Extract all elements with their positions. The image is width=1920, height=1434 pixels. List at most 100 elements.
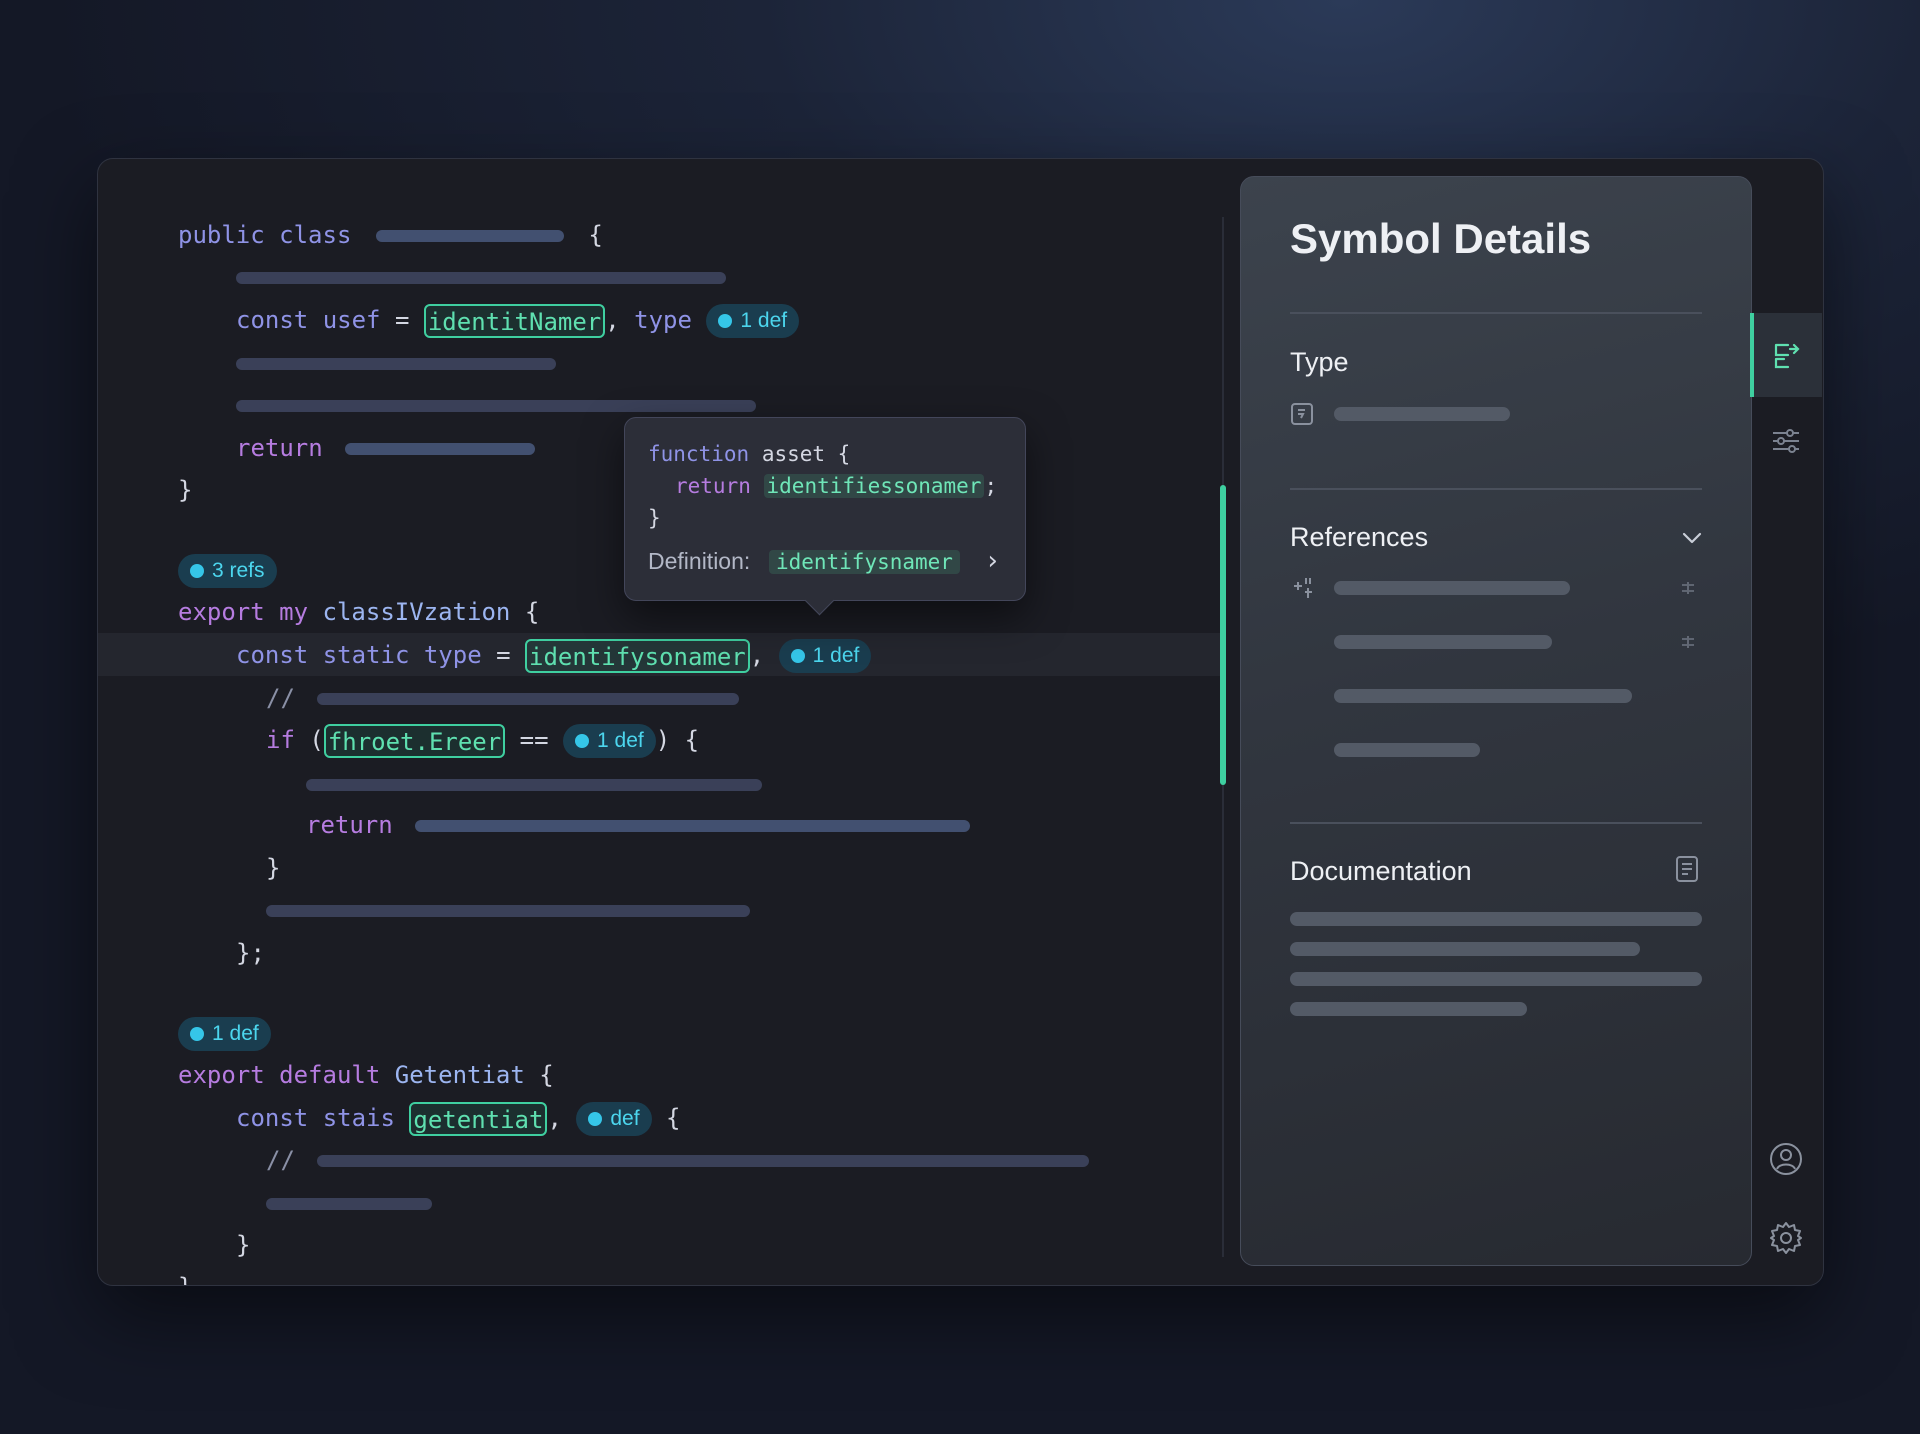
references-section-heading[interactable]: References <box>1290 522 1428 553</box>
tooltip-line-2: return identifiessonamer; <box>675 470 997 502</box>
code-placeholder <box>236 358 556 370</box>
keyword-type: type <box>634 306 692 334</box>
refs-badge[interactable]: 3 refs <box>178 554 277 588</box>
code-line-placeholder <box>266 890 750 930</box>
paren-brace: ) { <box>655 726 700 754</box>
keyword-const: const <box>236 641 309 669</box>
keyword-return: return <box>675 474 751 498</box>
symbol-highlight[interactable]: identifysonamer <box>525 639 750 673</box>
panel-title: Symbol Details <box>1290 215 1592 262</box>
reference-placeholder[interactable] <box>1334 689 1632 703</box>
symbol-highlight[interactable]: getentiat <box>409 1102 548 1136</box>
code-line-export-default: export default Getentiat { <box>178 1055 554 1095</box>
type-placeholder <box>1334 407 1510 421</box>
code-line-comment: // <box>266 678 740 718</box>
def-badge-label: def <box>610 1107 640 1130</box>
code-placeholder <box>317 1155 1090 1167</box>
type-icon <box>1291 403 1313 425</box>
symbol-highlight[interactable]: fhroet.Ereer <box>323 724 506 758</box>
keyword-public: public <box>178 221 265 249</box>
def-badge[interactable]: 1 def <box>778 639 872 673</box>
code-line-placeholder <box>266 1183 432 1223</box>
keyword-export: export <box>178 598 265 626</box>
def-badge[interactable]: 1 def <box>563 724 656 758</box>
brace: { <box>588 221 603 249</box>
info-dot-icon <box>575 734 590 748</box>
tooltip-line-1: function asset { <box>648 438 850 470</box>
chevron-right-icon[interactable]: › <box>985 546 1001 576</box>
code-placeholder <box>236 400 756 412</box>
documentation-section-heading: Documentation <box>1290 856 1472 886</box>
variable-name: usef <box>322 306 381 334</box>
comment-marker: // <box>266 1146 295 1174</box>
divider <box>1290 822 1702 824</box>
keyword-const: const <box>236 306 309 334</box>
definition-label: Definition: <box>648 548 751 574</box>
code-line-3: const usef = identitNamer, type 1 def <box>236 300 800 340</box>
reference-placeholder[interactable] <box>1334 581 1570 595</box>
comma: , <box>605 306 620 334</box>
code-placeholder <box>317 693 740 705</box>
symbol-details-icon[interactable] <box>1770 339 1804 373</box>
code-line-export: export my classIVzation { <box>178 592 539 632</box>
keyword-stais: stais <box>322 1104 395 1132</box>
keyword-default: default <box>279 1061 381 1089</box>
reference-placeholder[interactable] <box>1334 743 1480 757</box>
code-line-close-semi: }; <box>236 933 265 973</box>
doc-placeholder <box>1290 1002 1527 1016</box>
document-icon[interactable] <box>1673 854 1701 884</box>
def-badge[interactable]: 1 def <box>706 304 800 338</box>
scrollbar-thumb[interactable] <box>1220 485 1226 785</box>
brace: } <box>178 1273 192 1285</box>
settings-gear-icon[interactable] <box>1768 1220 1804 1256</box>
code-placeholder <box>306 779 762 791</box>
divider <box>1290 488 1702 490</box>
keyword-class: class <box>279 221 352 249</box>
operator: == <box>519 726 549 754</box>
active-tab-indicator <box>1750 313 1754 397</box>
brace: } <box>648 506 661 530</box>
comma: , <box>749 641 765 669</box>
brace: { <box>666 1104 681 1132</box>
def-badge-label: 1 def <box>812 644 860 667</box>
def-badge[interactable]: def <box>576 1102 652 1136</box>
keyword-my: my <box>279 598 309 626</box>
code-editor[interactable]: public class { const usef = identitNamer… <box>98 159 1226 1285</box>
symbol-details-panel: Symbol Details Type References Documenta… <box>1240 176 1752 1266</box>
symbol-highlight[interactable]: identitNamer <box>423 304 606 338</box>
brace-semicolon: }; <box>236 939 265 967</box>
link-icon[interactable] <box>1679 579 1697 597</box>
hover-tooltip: function asset { return identifiessoname… <box>624 417 1026 616</box>
filter-sliders-icon[interactable] <box>1770 425 1802 457</box>
symbol-highlight[interactable]: identifiessonamer <box>763 474 985 498</box>
class-name: Getentiat <box>394 1061 525 1089</box>
tooltip-line-3: } <box>648 502 661 534</box>
code-line-if: if (fhroet.Ereer == 1 def) { <box>266 720 699 760</box>
brace: } <box>236 1231 251 1259</box>
chevron-down-icon[interactable] <box>1679 525 1705 551</box>
code-line-comment: // <box>266 1140 1090 1180</box>
operator: = <box>394 306 410 334</box>
code-placeholder <box>266 1198 432 1210</box>
doc-placeholder <box>1290 942 1640 956</box>
keyword-if: if <box>266 726 295 754</box>
brace: { <box>539 1061 554 1089</box>
tooltip-definition-row[interactable]: Definition: identifysnamer › <box>648 545 1000 577</box>
keyword-return: return <box>236 434 323 462</box>
account-icon[interactable] <box>1768 1141 1804 1177</box>
reference-placeholder[interactable] <box>1334 635 1552 649</box>
code-line-close: } <box>236 1225 250 1265</box>
code-line-close: } <box>266 848 280 888</box>
def-badge[interactable]: 1 def <box>178 1017 271 1051</box>
link-icon[interactable] <box>1679 633 1697 651</box>
function-name: asset { <box>761 442 851 466</box>
info-dot-icon <box>790 649 805 663</box>
def-badge-label: 1 def <box>740 309 788 332</box>
code-line-const-stais: const stais getentiat, def { <box>236 1098 680 1138</box>
doc-placeholder <box>1290 912 1702 926</box>
class-name-placeholder <box>375 230 564 242</box>
code-line-def-badge: 1 def <box>178 1013 271 1053</box>
code-line-6: return <box>236 428 536 468</box>
definition-link[interactable]: identifysnamer <box>768 550 960 574</box>
info-dot-icon <box>190 1027 204 1041</box>
